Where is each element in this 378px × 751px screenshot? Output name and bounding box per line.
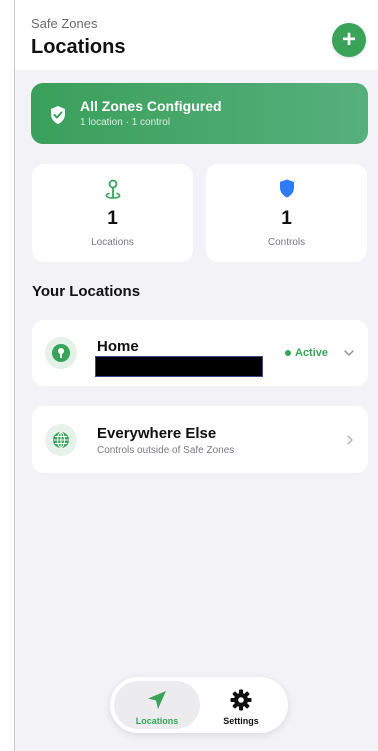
tab-bar: Locations Settings xyxy=(110,677,288,733)
location-name: Home xyxy=(97,338,139,355)
location-card-home[interactable]: Home Active xyxy=(32,320,368,386)
navigation-arrow-icon xyxy=(148,691,166,709)
locations-stat-card: 1 Locations xyxy=(32,164,193,262)
shield-check-icon xyxy=(51,106,65,124)
status-dot-icon xyxy=(285,350,291,356)
chevron-down-icon[interactable] xyxy=(343,348,355,358)
controls-stat-card: 1 Controls xyxy=(206,164,367,262)
app-screen: Safe Zones Locations + All Zones Configu… xyxy=(14,0,378,751)
plus-icon: + xyxy=(341,26,356,53)
locations-count: 1 xyxy=(107,208,118,229)
banner-subtitle: 1 location · 1 control xyxy=(80,117,171,128)
location-icon-circle xyxy=(45,337,77,369)
header: Safe Zones Locations + xyxy=(15,0,378,70)
chevron-right-icon xyxy=(347,435,353,445)
banner-title: All Zones Configured xyxy=(80,98,222,114)
status-badge: Active xyxy=(285,347,328,359)
controls-count: 1 xyxy=(281,208,292,229)
pin-icon xyxy=(52,344,70,362)
redacted-address xyxy=(95,356,263,377)
gear-icon xyxy=(230,689,252,711)
zones-configured-banner: All Zones Configured 1 location · 1 cont… xyxy=(31,83,368,144)
location-name: Everywhere Else xyxy=(97,425,217,442)
location-card-everywhere-else[interactable]: Everywhere Else Controls outside of Safe… xyxy=(32,406,368,473)
tab-locations[interactable]: Locations xyxy=(114,681,200,729)
locations-count-label: Locations xyxy=(91,237,134,248)
add-location-button[interactable]: + xyxy=(332,23,366,57)
status-text: Active xyxy=(295,347,329,359)
location-description: Controls outside of Safe Zones xyxy=(97,445,235,456)
shield-icon xyxy=(279,179,294,198)
globe-icon xyxy=(53,432,69,448)
section-title: Your Locations xyxy=(32,283,141,300)
tab-settings[interactable]: Settings xyxy=(198,681,284,729)
header-subtitle: Safe Zones xyxy=(31,16,98,31)
tab-label: Locations xyxy=(135,716,179,726)
location-pin-icon xyxy=(105,179,120,199)
page-title: Locations xyxy=(31,36,126,58)
tab-label: Settings xyxy=(223,716,259,726)
location-icon-circle xyxy=(45,424,77,456)
controls-count-label: Controls xyxy=(267,237,306,248)
